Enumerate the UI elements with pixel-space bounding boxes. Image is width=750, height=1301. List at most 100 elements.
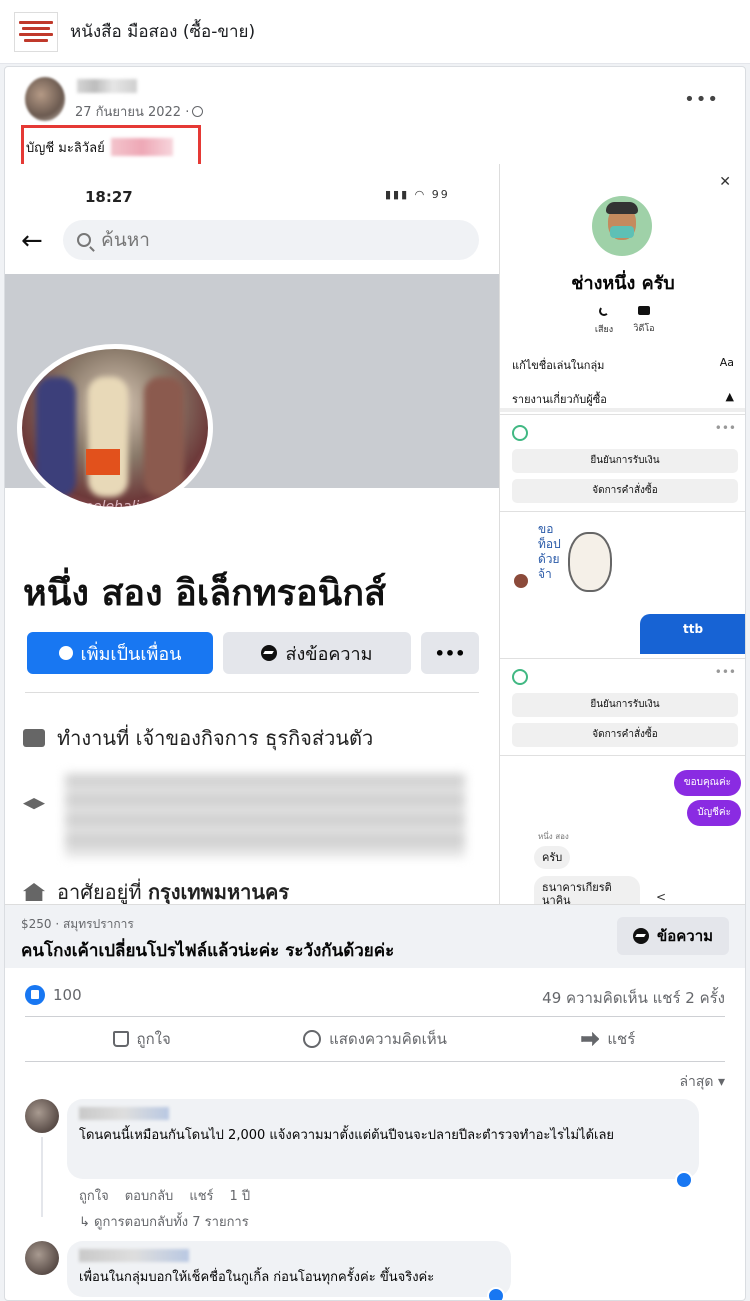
like-reaction-icon[interactable]: [25, 985, 45, 1005]
phone-icon: [599, 306, 609, 316]
graduation-cap-icon: [23, 798, 45, 810]
menu-edit-label: แก้ไขชื่อเล่นในกลุ่ม: [512, 359, 605, 372]
search-placeholder: ค้นหา: [101, 229, 150, 251]
comment-text: โดนคนนี้เหมือนกันโดนไป 2,000 แจ้งความมาต…: [79, 1128, 615, 1143]
account-number-redacted: [110, 138, 173, 156]
post-actions: ถูกใจ แสดงความคิดเห็น แชร์: [25, 1016, 725, 1062]
messenger-icon: [261, 645, 278, 661]
voice-call: เสียง: [584, 306, 624, 336]
status-time: 18:27: [85, 188, 133, 206]
voice-label: เสียง: [594, 325, 614, 335]
comment-time[interactable]: 1 ปี: [230, 1185, 251, 1206]
photo-watermark: #kempelehali: [42, 499, 140, 512]
post-card: 27 กันยายน 2022 · ••• บัญชี มะลิวัลย์ 18…: [4, 66, 746, 1301]
video-icon: [638, 306, 650, 315]
location-prefix: อาศัยอยู่ที่: [57, 880, 148, 904]
commenter-avatar[interactable]: [25, 1241, 59, 1275]
chat-panel: ✕ ช่างหนึ่ง ครับ เสียง วิดีโอ แก้ไขชื่อเ…: [499, 164, 745, 904]
messenger-icon: [632, 928, 649, 944]
post-date-text: 27 กันยายน 2022 ·: [75, 105, 190, 120]
comment-like-badge-icon[interactable]: [487, 1287, 505, 1300]
send-message-button: ส่งข้อความ: [223, 632, 411, 674]
location-info: อาศัยอยู่ที่ กรุงเทพมหานคร: [23, 876, 289, 904]
sticker-text: ขอ ท็อป ด้วย จ้า: [538, 522, 561, 581]
confirm-payment-button: ยืนยันการรับเงิน: [512, 449, 738, 473]
profile-photo: #kempelehali: [17, 344, 213, 512]
bank-image-bubble: ttb: [640, 614, 745, 654]
thanks-bubble: ขอบคุณค่ะ: [673, 770, 741, 796]
sender-label: หนึ่ง สอง: [538, 832, 569, 841]
post-image[interactable]: 18:27 ▮▮▮ ◠ 99 ← ค้นหา #kempelehali หนึ่…: [5, 164, 745, 904]
contact-name: ช่างหนึ่ง ครับ: [571, 273, 675, 294]
like-count[interactable]: 100: [53, 986, 82, 1004]
comment-like-link[interactable]: ถูกใจ: [79, 1185, 109, 1206]
like-label: ถูกใจ: [136, 1030, 171, 1048]
message-seller-button[interactable]: ข้อความ: [617, 917, 729, 955]
sticker: ขอ ท็อป ด้วย จ้า: [530, 514, 614, 598]
poster-avatar[interactable]: [25, 77, 65, 121]
warning-icon: ▲: [725, 390, 734, 403]
comment-bubble: เพื่อนในกลุ่มบอกให้เช็คชื่อในกูเกิ้ล ก่อ…: [67, 1241, 511, 1297]
commenter-name-redacted[interactable]: [79, 1249, 189, 1262]
post-date[interactable]: 27 กันยายน 2022 ·: [75, 101, 204, 122]
commenter-avatar[interactable]: [25, 1099, 59, 1133]
comment-label: แสดงความคิดเห็น: [329, 1030, 447, 1048]
view-replies-link[interactable]: ↳ ดูการตอบกลับทั้ง 7 รายการ: [79, 1211, 249, 1232]
commenter-name-redacted[interactable]: [79, 1107, 169, 1120]
search-icon: [77, 233, 91, 247]
education-redacted: [65, 774, 465, 856]
card-more-icon: •••: [714, 421, 736, 435]
poster-name-redacted[interactable]: [77, 79, 137, 93]
comment-reply-link[interactable]: ตอบกลับ: [125, 1185, 174, 1206]
store-icon: [512, 669, 528, 685]
briefcase-icon: [23, 729, 45, 747]
education-info: [23, 798, 45, 812]
thumbs-up-icon: [112, 1031, 129, 1047]
message-seller-label: ข้อความ: [656, 927, 714, 945]
add-friend-button: เพิ่มเป็นเพื่อน: [27, 632, 213, 674]
panel-gap: [500, 408, 745, 412]
like-button[interactable]: ถูกใจ: [25, 1017, 258, 1061]
comment-button[interactable]: แสดงความคิดเห็น: [258, 1017, 491, 1061]
comment-text: เพื่อนในกลุ่มบอกให้เช็คชื่อในกูเกิ้ล ก่อ…: [79, 1270, 435, 1285]
card-more-icon: •••: [714, 665, 736, 679]
manage-order-button: จัดการคำสั่งซื้อ: [512, 479, 738, 503]
comment-share-link[interactable]: แชร์: [189, 1185, 213, 1206]
highlighted-account-box: บัญชี มะลิวัลย์: [21, 125, 201, 169]
sender-avatar: [514, 574, 528, 588]
comment-like-badge-icon[interactable]: [675, 1171, 693, 1189]
work-info: ทำงานที่ เจ้าของกิจการ ธุรกิจส่วนตัว: [23, 722, 373, 754]
video-call: วิดีโอ: [624, 306, 664, 335]
profile-more-button: •••: [421, 632, 479, 674]
text-size-icon: Aa: [719, 356, 734, 369]
order-card-1: ••• ยืนยันการรับเงิน จัดการคำสั่งซื้อ: [500, 414, 745, 512]
group-title[interactable]: หนังสือ มือสอง (ซื้อ-ขาย): [70, 18, 255, 45]
home-icon: [23, 883, 45, 901]
comment-share-stats[interactable]: 49 ความคิดเห็น แชร์ 2 ครั้ง: [542, 986, 725, 1010]
share-button[interactable]: แชร์: [492, 1017, 725, 1061]
more-options-icon[interactable]: •••: [684, 89, 719, 110]
video-label: วิดีโอ: [633, 324, 655, 334]
share-label: แชร์: [607, 1030, 636, 1048]
search-bar: ค้นหา: [63, 220, 479, 260]
store-icon: [512, 425, 528, 441]
forward-icon: <: [656, 890, 667, 904]
globe-icon: [192, 106, 204, 117]
menu-report-buyer: รายงานเกี่ยวกับผู้ซื้อ ▲: [512, 390, 734, 408]
status-icons: ▮▮▮ ◠ 99: [385, 188, 450, 201]
send-message-label: ส่งข้อความ: [285, 643, 373, 665]
share-arrow-icon: [581, 1032, 600, 1046]
bank-account-bubble: ธนาคารเกียรตินาคิน 2009092050: [534, 876, 640, 904]
work-text: ทำงานที่ เจ้าของกิจการ ธุรกิจส่วนตัว: [57, 726, 374, 750]
group-thumbnail-icon[interactable]: [14, 11, 58, 52]
manage-order-button: จัดการคำสั่งซื้อ: [512, 723, 738, 747]
comment-sort-dropdown[interactable]: ล่าสุด ▾: [679, 1071, 725, 1093]
location-city: กรุงเทพมหานคร: [147, 880, 290, 904]
add-friend-label: เพิ่มเป็นเพื่อน: [80, 643, 182, 665]
comment-bubble: โดนคนนี้เหมือนกันโดนไป 2,000 แจ้งความมาต…: [67, 1099, 699, 1179]
reactions-row: 100 49 ความคิดเห็น แชร์ 2 ครั้ง: [5, 975, 745, 1015]
close-icon: ✕: [719, 174, 731, 190]
divider: [25, 692, 479, 693]
back-arrow-icon: ←: [21, 226, 43, 256]
listing-info[interactable]: $250 · สมุทรปราการ คนโกงเค้าเปลี่ยนโปรไฟ…: [5, 904, 745, 968]
